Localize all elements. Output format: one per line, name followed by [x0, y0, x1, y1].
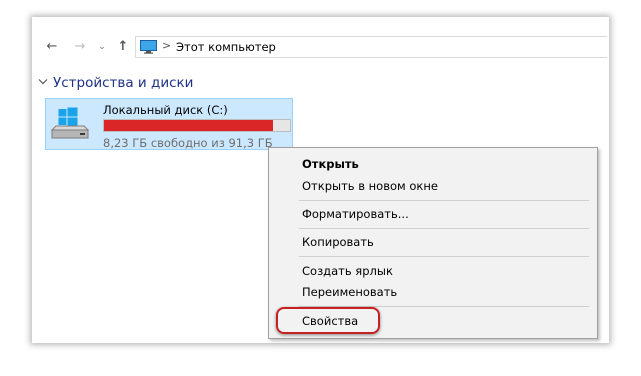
drive-name: Локальный диск (C:): [103, 103, 228, 117]
menu-item-label: Создать ярлык: [302, 264, 393, 278]
menu-item-label: Открыть в новом окне: [302, 179, 438, 193]
menu-item-create-shortcut[interactable]: Создать ярлык: [269, 261, 597, 281]
menu-separator: [299, 200, 589, 201]
menu-item-label: Форматировать...: [302, 207, 409, 221]
menu-item-open-new-window[interactable]: Открыть в новом окне: [269, 176, 597, 196]
drive-usage-bar: [103, 119, 291, 132]
drive-tile-c[interactable]: Локальный диск (C:) 8,23 ГБ свободно из …: [45, 98, 293, 150]
computer-icon: [140, 40, 157, 54]
menu-item-label: Открыть: [302, 157, 359, 171]
recent-locations-button[interactable]: ⌄: [94, 36, 110, 58]
menu-separator: [299, 228, 589, 229]
breadcrumb-location[interactable]: Этот компьютер: [176, 40, 276, 54]
arrow-up-icon: ↑: [117, 39, 129, 54]
menu-item-copy[interactable]: Копировать: [269, 232, 597, 252]
address-bar[interactable]: > Этот компьютер: [135, 36, 607, 58]
navigation-bar: ← → ⌄ ↑ > Этот компьютер: [32, 36, 609, 58]
drive-free-space: 8,23 ГБ свободно из 91,3 ГБ: [103, 136, 273, 150]
arrow-right-icon: →: [74, 39, 86, 54]
section-title: Устройства и диски: [53, 75, 194, 91]
menu-item-label: Копировать: [302, 235, 374, 249]
menu-item-format[interactable]: Форматировать...: [269, 204, 597, 224]
breadcrumb-separator: >: [162, 39, 172, 52]
menu-item-rename[interactable]: Переименовать: [269, 282, 597, 302]
menu-item-open[interactable]: Открыть: [269, 154, 597, 174]
highlight-annotation: [276, 307, 380, 334]
up-button[interactable]: ↑: [115, 36, 131, 58]
back-button[interactable]: ←: [44, 36, 60, 58]
menu-separator: [299, 256, 589, 257]
chevron-down-icon: ⌄: [98, 42, 106, 52]
forward-button[interactable]: →: [72, 36, 88, 58]
chevron-down-icon: [38, 79, 48, 85]
drive-usage-fill: [104, 120, 274, 131]
menu-item-label: Переименовать: [302, 285, 398, 299]
arrow-left-icon: ←: [46, 39, 58, 54]
windows-drive-icon: [50, 107, 90, 139]
